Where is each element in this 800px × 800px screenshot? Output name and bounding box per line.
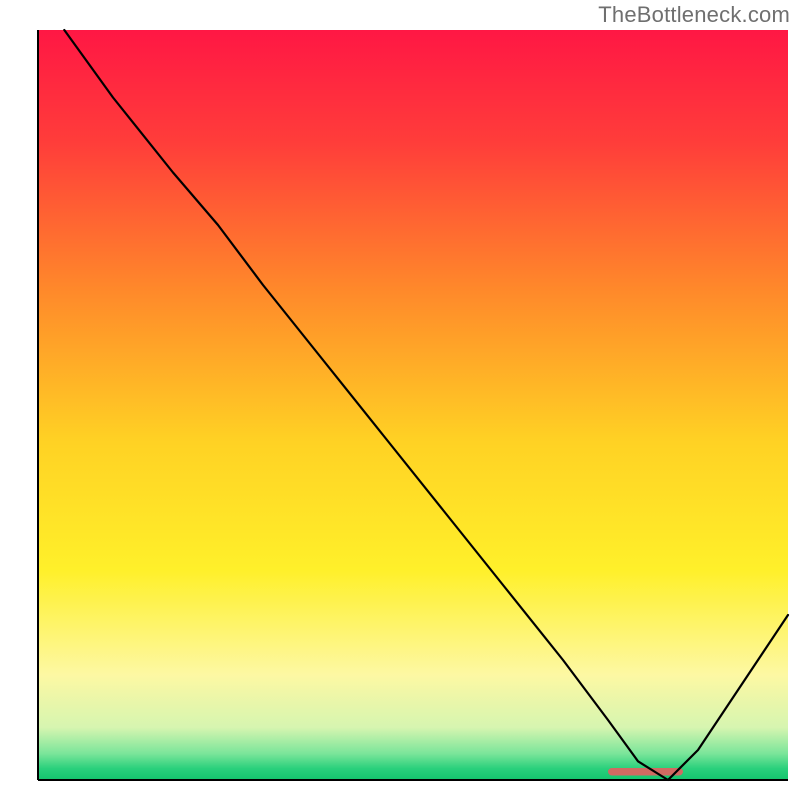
optimal-range-marker: [608, 768, 683, 776]
chart-background: [38, 30, 788, 780]
bottleneck-chart: [0, 0, 800, 800]
chart-container: TheBottleneck.com: [0, 0, 800, 800]
